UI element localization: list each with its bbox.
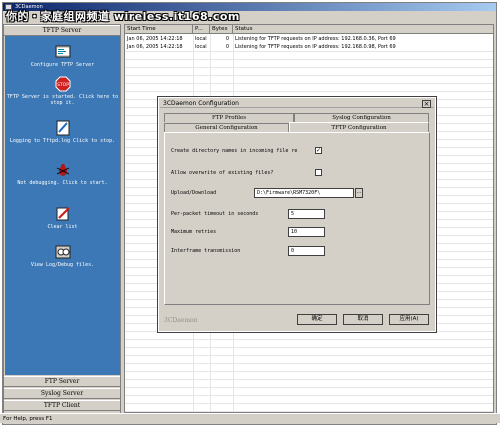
stop-tftp-button[interactable]: STOP TFTP Server is started. Click here …: [5, 76, 120, 106]
cell-bytes: 0: [225, 44, 229, 50]
status-bar: For Help, press F1: [0, 413, 500, 423]
bug-icon: [56, 164, 69, 176]
dialog-brand-text: 3CDaemon: [164, 317, 198, 324]
sidebar-tab-tftp-client[interactable]: TFTP Client: [4, 400, 120, 411]
sidebar-tab-syslog-server[interactable]: Syslog Server: [4, 388, 120, 399]
status-text: For Help, press F1: [3, 416, 53, 422]
dialog-title-bar: 3CDaemon Configuration ×: [160, 99, 434, 108]
tftp-server-panel: Configure TFTP Server STOP TFTP Server i…: [5, 36, 120, 375]
tftp-configuration-page: Create directory names in incoming file …: [164, 132, 430, 305]
column-header-bytes[interactable]: Bytes: [210, 25, 233, 34]
debug-toggle-button[interactable]: Not debugging. Click to start.: [5, 162, 120, 186]
debug-toggle-label: Not debugging. Click to start.: [17, 180, 108, 186]
retries-label: Maximum retries: [171, 229, 217, 235]
allow-overwrite-label: Allow overwrite of existing files?: [171, 170, 274, 176]
view-log-label: View Log/Debug files.: [30, 262, 95, 268]
grid-line: [125, 395, 493, 396]
cell-bytes: 0: [225, 36, 229, 42]
logging-toggle-button[interactable]: Logging to Tftpd.log Click to stop.: [5, 120, 120, 144]
view-log-button[interactable]: View Log/Debug files.: [5, 244, 120, 268]
watermark: 你的・家庭组网频道 wireless.it168.com: [6, 10, 240, 23]
grid-line: [125, 347, 493, 348]
svg-text:STOP: STOP: [57, 82, 69, 88]
apply-button[interactable]: 应用(A): [389, 314, 429, 325]
cancel-button[interactable]: 取消: [343, 314, 383, 325]
grid-line: [125, 363, 493, 364]
cell-peer: local: [195, 44, 207, 50]
sidebar: TFTP Server Configure TFTP Server STOP T…: [3, 24, 121, 414]
retries-field[interactable]: 10: [288, 227, 325, 237]
cell-status: Listening for TFTP requests on IP addres…: [235, 36, 396, 42]
grid-line: [125, 371, 493, 372]
cell-start-time: Jan 06, 2005 14:22:18: [127, 36, 183, 42]
log-icon: [56, 120, 69, 136]
grid-line: [125, 379, 493, 380]
table-header: Start Time P... Bytes Status: [125, 25, 493, 34]
timeout-field[interactable]: 5: [288, 209, 325, 219]
column-header-start-time[interactable]: Start Time: [125, 25, 193, 34]
grid-line: [125, 83, 493, 84]
sidebar-tab-tftp-server[interactable]: TFTP Server: [4, 25, 120, 36]
table-row[interactable]: Jan 06, 2005 14:22:18 local 0 Listening …: [125, 43, 493, 51]
create-dirs-checkbox[interactable]: ✓: [315, 147, 322, 154]
grid-line: [125, 91, 493, 92]
close-icon[interactable]: ×: [422, 100, 431, 108]
column-header-peer[interactable]: P...: [193, 25, 210, 34]
clear-list-icon: [56, 207, 70, 221]
logging-toggle-label: Logging to Tftpd.log Click to stop.: [9, 138, 116, 144]
configure-tftp-label: Configure TFTP Server: [30, 62, 95, 68]
timeout-label: Per-packet timeout in seconds: [171, 211, 259, 217]
create-dirs-label: Create directory names in incoming file …: [171, 148, 298, 154]
configure-icon: [55, 45, 70, 58]
grid-line: [125, 67, 493, 68]
table-row[interactable]: Jan 06, 2005 14:22:18 local 0 Listening …: [125, 35, 493, 43]
view-log-icon: [55, 245, 70, 259]
column-header-status[interactable]: Status: [233, 25, 493, 34]
interframe-field[interactable]: 0: [288, 246, 325, 256]
config-dialog: 3CDaemon Configuration × FTP Profiles Sy…: [157, 96, 437, 333]
clear-list-label: Clear list: [47, 224, 78, 230]
grid-line: [125, 75, 493, 76]
cell-status: Listening for TFTP requests on IP addres…: [235, 44, 396, 50]
ok-button[interactable]: 确定: [297, 314, 337, 325]
grid-line: [125, 355, 493, 356]
grid-line: [125, 51, 493, 52]
grid-line: [125, 387, 493, 388]
grid-line: [125, 339, 493, 340]
stop-tftp-label: TFTP Server is started. Click here to st…: [6, 94, 119, 106]
dialog-title: 3CDaemon Configuration: [163, 100, 239, 107]
upload-download-field[interactable]: D:\Firmware\RSM7320F\: [254, 188, 354, 198]
upload-download-label: Upload/Download: [171, 190, 217, 196]
grid-line: [125, 403, 493, 404]
cell-peer: local: [195, 36, 207, 42]
allow-overwrite-checkbox[interactable]: [315, 169, 322, 176]
grid-line: [125, 59, 493, 60]
browse-button[interactable]: ...: [355, 188, 363, 198]
cell-start-time: Jan 06, 2005 14:22:18: [127, 44, 183, 50]
interframe-label: Interframe transmission: [171, 248, 241, 254]
sidebar-tab-ftp-server[interactable]: FTP Server: [4, 376, 120, 387]
configure-tftp-button[interactable]: Configure TFTP Server: [5, 44, 120, 68]
tab-general-configuration[interactable]: General Configuration: [164, 123, 289, 132]
stop-icon: STOP: [55, 76, 70, 92]
clear-list-button[interactable]: Clear list: [5, 206, 120, 230]
tab-ftp-profiles[interactable]: FTP Profiles: [164, 113, 294, 122]
grid-line: [125, 411, 493, 412]
tab-syslog-configuration[interactable]: Syslog Configuration: [294, 113, 429, 122]
